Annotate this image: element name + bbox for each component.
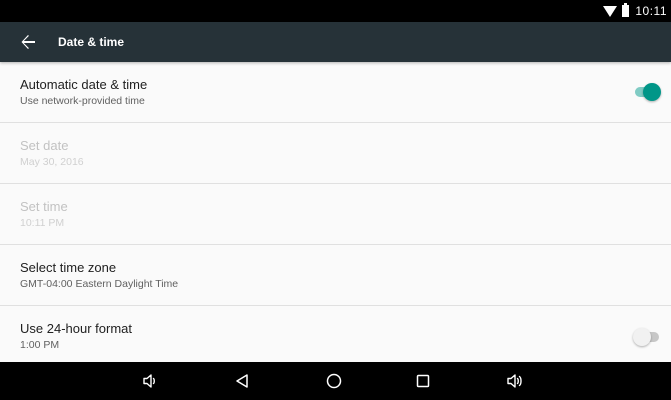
volume-down-button[interactable]: [128, 362, 172, 400]
setting-subtitle: GMT-04:00 Eastern Daylight Time: [20, 277, 179, 290]
page-title: Date & time: [58, 35, 125, 49]
setting-select-time-zone[interactable]: Select time zone GMT-04:00 Eastern Dayli…: [0, 245, 671, 306]
arrow-back-icon: [21, 35, 35, 49]
volume-down-icon: [143, 374, 155, 388]
app-bar: Date & time: [0, 22, 671, 62]
status-bar: 10:11: [0, 0, 671, 22]
home-circle-icon: [326, 373, 342, 389]
setting-automatic-date-time[interactable]: Automatic date & time Use network-provid…: [0, 62, 671, 123]
volume-up-button[interactable]: [493, 362, 537, 400]
setting-title: Select time zone: [20, 259, 117, 275]
setting-title: Set date: [20, 137, 69, 153]
navigation-bar: [0, 362, 671, 400]
setting-use-24-hour-format[interactable]: Use 24-hour format 1:00 PM: [0, 306, 671, 367]
use-24-hour-format-toggle[interactable]: [633, 327, 661, 346]
nav-home-button[interactable]: [312, 362, 356, 400]
setting-set-date: Set date May 30, 2016: [0, 123, 671, 184]
setting-subtitle: May 30, 2016: [20, 155, 84, 168]
settings-list: Automatic date & time Use network-provid…: [0, 62, 671, 362]
toggle-thumb: [633, 327, 651, 346]
nav-recents-button[interactable]: [401, 362, 445, 400]
recents-square-icon: [416, 374, 430, 388]
setting-set-time: Set time 10:11 PM: [0, 184, 671, 245]
setting-title: Automatic date & time: [20, 76, 148, 92]
wifi-icon: [603, 5, 618, 17]
setting-title: Use 24-hour format: [20, 321, 132, 336]
nav-back-button[interactable]: [220, 362, 264, 400]
toggle-thumb: [643, 83, 661, 101]
volume-up-icon: [507, 374, 522, 388]
setting-subtitle: 1:00 PM: [20, 339, 60, 351]
status-time: 10:11: [635, 4, 667, 18]
setting-subtitle: Use network-provided time: [20, 94, 145, 107]
back-triangle-icon: [236, 374, 248, 388]
automatic-date-time-toggle[interactable]: [633, 83, 661, 101]
screen: 10:11 Date & time Automatic date & time …: [0, 0, 671, 400]
battery-icon: [622, 3, 630, 17]
back-button[interactable]: [8, 22, 48, 62]
setting-title: Set time: [20, 198, 68, 214]
setting-subtitle: 10:11 PM: [20, 216, 65, 229]
